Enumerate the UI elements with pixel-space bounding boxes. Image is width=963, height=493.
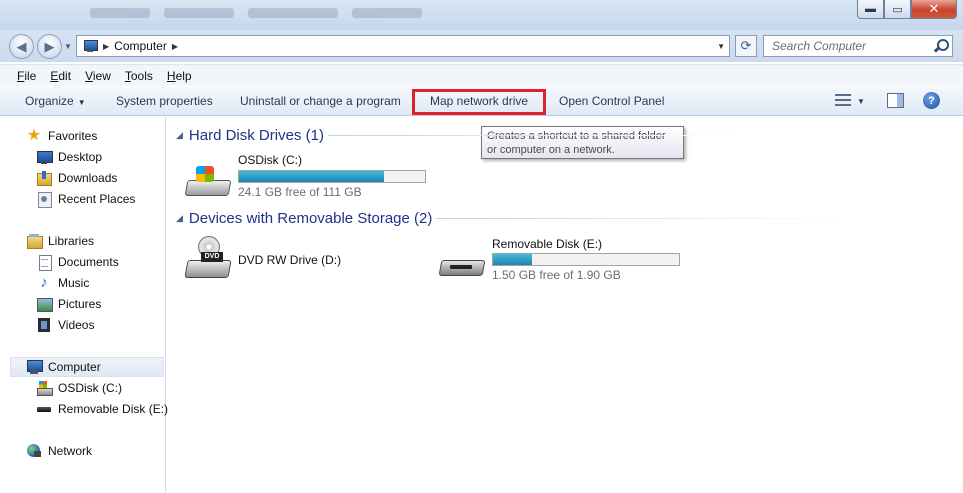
music-note-icon: ♪: [40, 274, 48, 291]
menu-help[interactable]: Help: [160, 69, 199, 83]
help-icon[interactable]: ?: [923, 92, 940, 109]
forward-arrow-icon: ▶: [44, 38, 55, 54]
nav-favorites[interactable]: ★ Favorites: [26, 126, 98, 146]
search-icon[interactable]: [933, 39, 949, 53]
free-space-osdisk: 24.1 GB free of 111 GB: [238, 185, 362, 199]
removable-drive-icon: [36, 401, 52, 417]
computer-icon: [82, 40, 98, 52]
group-header-removable-storage[interactable]: ◢ Devices with Removable Storage (2): [176, 208, 432, 228]
address-row: ◀ ▶ ▼ ▶ Computer ▶ ▼ ⟳: [0, 30, 963, 62]
search-box[interactable]: [763, 35, 953, 57]
hard-drive-icon: [36, 380, 53, 396]
highlight-box: [412, 89, 546, 115]
title-bar: ▬ ▭ ✕: [0, 0, 963, 30]
hard-drive-icon[interactable]: [184, 164, 232, 200]
network-globe-icon: [26, 443, 42, 459]
nav-downloads[interactable]: Downloads: [36, 168, 117, 188]
menu-file[interactable]: File: [10, 69, 43, 83]
collapse-triangle-icon[interactable]: ◢: [176, 130, 183, 141]
forward-button[interactable]: ▶: [37, 34, 62, 59]
documents-icon: [36, 254, 52, 271]
nav-removable-disk[interactable]: Removable Disk (E:): [36, 399, 168, 419]
change-view-icon[interactable]: [835, 94, 851, 108]
breadcrumb-separator[interactable]: ▶: [172, 42, 178, 51]
menu-view[interactable]: View: [78, 69, 118, 83]
back-button[interactable]: ◀: [9, 34, 34, 59]
tooltip: Creates a shortcut to a shared folder or…: [481, 126, 684, 159]
usage-bar-fill: [239, 171, 385, 182]
group-header-hard-disk-drives[interactable]: ◢ Hard Disk Drives (1): [176, 125, 324, 145]
drive-name-dvd[interactable]: DVD RW Drive (D:): [238, 253, 341, 267]
desktop-icon: [36, 149, 53, 165]
removable-disk-icon[interactable]: [438, 256, 486, 280]
nav-music[interactable]: ♪ Music: [36, 273, 89, 293]
address-bar[interactable]: ▶ Computer ▶ ▼: [76, 35, 730, 57]
star-icon: ★: [26, 127, 42, 144]
usage-bar-fill: [493, 254, 533, 265]
refresh-button[interactable]: ⟳: [735, 35, 757, 57]
window-controls: ▬ ▭ ✕: [857, 0, 957, 19]
film-strip-icon: [36, 317, 52, 333]
back-arrow-icon: ◀: [16, 38, 27, 54]
refresh-icon: ⟳: [740, 38, 752, 53]
nav-libraries[interactable]: Libraries: [26, 231, 94, 251]
menu-edit[interactable]: Edit: [43, 69, 78, 83]
open-control-panel-button[interactable]: Open Control Panel: [559, 94, 664, 108]
nav-videos[interactable]: Videos: [36, 315, 94, 335]
maximize-button[interactable]: ▭: [884, 0, 911, 19]
menu-bar: File Edit View Tools Help: [0, 64, 963, 86]
tooltip-line-1: Creates a shortcut to a shared folder: [487, 130, 666, 142]
nav-desktop[interactable]: Desktop: [36, 147, 102, 167]
dvd-drive-icon[interactable]: DVD: [184, 236, 232, 282]
breadcrumb-separator[interactable]: ▶: [103, 42, 109, 51]
organize-button[interactable]: Organize ▼: [25, 94, 86, 108]
group-divider: [328, 135, 748, 136]
view-options-dropdown[interactable]: ▼: [857, 97, 865, 106]
nav-pictures[interactable]: Pictures: [36, 294, 101, 314]
preview-pane-icon[interactable]: [887, 93, 904, 108]
navigation-pane: ★ Favorites Desktop Downloads Recent Plac…: [0, 117, 168, 493]
usage-bar-osdisk: [238, 170, 426, 183]
address-dropdown[interactable]: ▼: [717, 42, 725, 51]
libraries-icon: [26, 233, 43, 249]
tooltip-line-2: or computer on a network.: [487, 144, 615, 156]
nav-network[interactable]: Network: [26, 441, 92, 461]
group-divider: [436, 218, 856, 219]
nav-recent-places[interactable]: Recent Places: [36, 189, 135, 209]
recent-places-icon: [36, 191, 52, 208]
menu-tools[interactable]: Tools: [118, 69, 160, 83]
chevron-down-icon: ▼: [77, 98, 86, 107]
nav-computer[interactable]: Computer: [10, 357, 164, 377]
usage-bar-removable: [492, 253, 680, 266]
search-input[interactable]: [764, 36, 924, 56]
free-space-removable: 1.50 GB free of 1.90 GB: [492, 268, 621, 282]
drive-name-removable[interactable]: Removable Disk (E:): [492, 237, 602, 251]
blurred-title-content: [90, 8, 520, 20]
pictures-icon: [36, 296, 53, 312]
breadcrumb-computer[interactable]: Computer: [114, 39, 167, 53]
computer-icon: [26, 359, 43, 375]
close-button[interactable]: ✕: [911, 0, 957, 19]
collapse-triangle-icon[interactable]: ◢: [176, 213, 183, 224]
downloads-folder-icon: [36, 170, 52, 186]
uninstall-program-button[interactable]: Uninstall or change a program: [240, 94, 401, 108]
drive-name-osdisk[interactable]: OSDisk (C:): [238, 153, 302, 167]
system-properties-button[interactable]: System properties: [116, 94, 213, 108]
minimize-button[interactable]: ▬: [857, 0, 884, 19]
recent-pages-dropdown[interactable]: ▼: [64, 42, 72, 51]
nav-osdisk[interactable]: OSDisk (C:): [36, 378, 122, 398]
nav-documents[interactable]: Documents: [36, 252, 119, 272]
